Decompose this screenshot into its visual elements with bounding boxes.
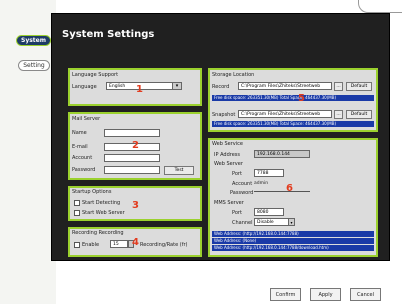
start-detecting-label: Start Detecting [82,200,121,206]
channel-value: Disable [257,220,274,225]
mms-port-value: 8080 [257,210,269,215]
channel-label: Channel [232,220,253,226]
record-path-value: C:\Program Files\Zhiteks\Streetweb [241,84,321,89]
web-address-1[interactable]: Web Address: (http://192.168.0.144:7788) [212,231,374,237]
mms-port-label: Port [232,210,242,216]
recording-rate-value: 15 [113,242,119,247]
sidebar-item-setting[interactable]: Setting [18,60,50,71]
mms-port-field[interactable]: 8080 [254,208,284,216]
web-password-field[interactable] [254,191,310,192]
marker-5: 5 [298,93,305,104]
snapshot-default-button[interactable]: Default [346,110,372,119]
marker-2: 2 [132,140,139,151]
web-account-value: admin [254,181,269,186]
snapshot-path-value: C:\Program Files\Zhiteks\Streetweb [241,112,321,117]
page-title: System Settings [62,29,155,40]
language-label: Language [72,84,97,90]
web-port-field[interactable]: 7788 [254,169,284,177]
startup-panel-title: Startup Options [72,189,112,195]
start-detecting-checkbox[interactable] [74,200,80,206]
ip-address-value: 192.168.0.144 [257,152,290,157]
ip-address-field: 192.168.0.144 [254,150,310,158]
recording-rate-suffix: Recording/Rate (fr) [140,242,188,248]
cancel-button[interactable]: Cancel [350,288,381,301]
mail-name-field[interactable] [104,129,160,137]
apply-button[interactable]: Apply [310,288,341,301]
snapshot-browse-button[interactable]: ... [334,110,343,119]
record-disk-info: Free disk space: 263351.30(MB) Total Spa… [212,95,374,101]
recording-enable-label: Enable [82,242,100,248]
recording-enable-checkbox[interactable] [74,242,80,248]
record-browse-button[interactable]: ... [334,82,343,91]
recording-panel-title: Recording Recording [72,230,124,236]
start-web-server-checkbox[interactable] [74,210,80,216]
confirm-button[interactable]: Confirm [270,288,301,301]
marker-4: 4 [132,237,139,248]
mail-name-label: Name [72,130,87,136]
mail-account-label: Account [72,155,93,161]
ip-address-label: IP Address [214,152,240,158]
web-account-label: Account [232,181,253,187]
channel-chevron-down-icon: ▾ [288,218,295,226]
sidebar-item-system[interactable]: System [16,35,51,46]
snapshot-label: Snapshot [212,112,236,118]
mail-account-field[interactable] [104,154,160,162]
snapshot-disk-info: Free disk space: 263351.30(MB) Total Spa… [212,121,374,127]
marker-3: 3 [132,200,139,211]
mail-password-field[interactable] [104,166,160,174]
language-select[interactable]: English [106,82,182,90]
mail-email-label: E-mail [72,144,88,150]
snapshot-path-field[interactable]: C:\Program Files\Zhiteks\Streetweb [238,110,332,118]
marker-6: 6 [286,183,293,194]
web-service-title: Web Service [212,141,243,147]
language-panel-title: Language Support [72,72,119,78]
mail-test-button[interactable]: Test [164,166,194,175]
marker-1: 1 [136,84,143,95]
record-label: Record [212,84,230,90]
mail-panel-title: Mail Server [72,116,101,122]
storage-panel-title: Storage Location [212,72,255,78]
web-server-label: Web Server [214,161,243,167]
web-port-label: Port [232,171,242,177]
chevron-down-icon: ▾ [172,82,182,90]
record-default-button[interactable]: Default [346,82,372,91]
recording-rate-field[interactable]: 15 [110,240,128,248]
window-corner-tab [358,0,402,13]
language-value: English [109,84,126,89]
web-address-3[interactable]: Web Address: (http://192.168.0.144:7788/… [212,245,374,251]
start-web-server-label: Start Web Server [82,210,125,216]
mail-password-label: Password [72,167,96,173]
mms-server-label: MMS Server [214,200,244,206]
web-address-2[interactable]: Web Address: (None) [212,238,374,244]
record-path-field[interactable]: C:\Program Files\Zhiteks\Streetweb [238,82,332,90]
web-port-value: 7788 [257,171,269,176]
web-password-label: Password [230,190,254,196]
